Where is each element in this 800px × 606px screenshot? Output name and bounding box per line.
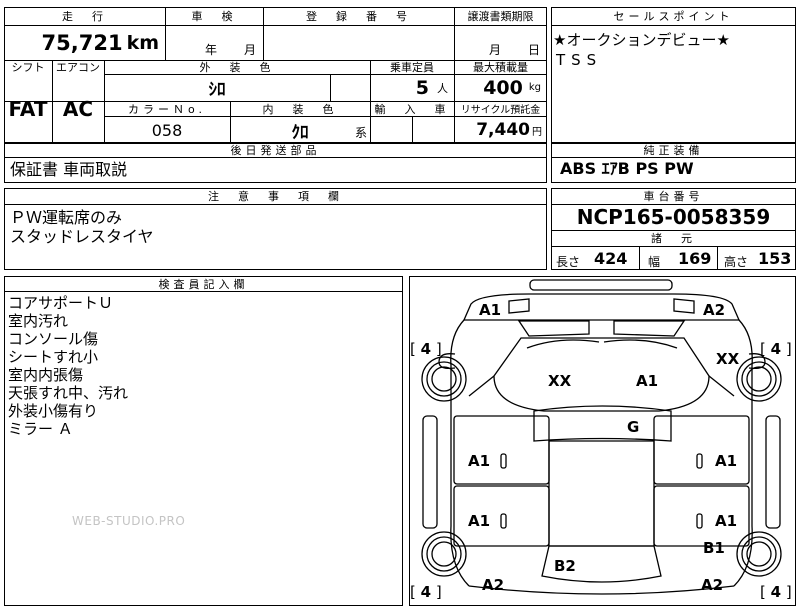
tire-rear-left: [ 4 ] [410, 583, 442, 601]
door-front-left [453, 415, 550, 485]
dimensions-header: 諸 元 [651, 232, 696, 245]
inspector-line: コンソール傷 [8, 330, 99, 348]
label-rear-center: B2 [554, 557, 576, 575]
label-door-rear-right: A1 [715, 512, 738, 530]
inspection-month: 月 [244, 43, 257, 57]
mileage-header: 走 行 [62, 10, 107, 23]
watermark: WEB-STUDIO.PRO [72, 514, 186, 528]
sales-point-line-2: TSS [556, 51, 603, 69]
max-load-value: 400 [483, 76, 523, 99]
car-diagram [421, 279, 782, 595]
recycle-unit: 円 [532, 126, 542, 138]
inspector-line: コアサポートＵ [8, 294, 114, 312]
inspector-notes: コアサポートＵ 室内汚れ コンソール傷 シートすれ小 室内内張傷 天張すれ中、汚… [8, 294, 128, 438]
sales-point-box [551, 7, 796, 144]
capacity-value: 5 [415, 76, 429, 99]
wheel-rear-right [736, 531, 782, 577]
front-bumper [529, 279, 673, 291]
wheel-rear-left [421, 531, 467, 577]
label-roof: G [627, 418, 640, 436]
equipment-header: 純正装備 [643, 143, 704, 157]
sales-point-header: セールスポイント [613, 10, 734, 23]
transfer-header: 譲渡書類期限 [467, 10, 534, 23]
wheel-front-left [421, 356, 467, 402]
recycle-cell: 7,440 円 [454, 116, 547, 144]
later-parts-header: 後日発送部品 [230, 143, 321, 157]
width-label: 幅 [648, 255, 661, 269]
notes-line-1: ＰＷ運転席のみ [10, 208, 123, 227]
length-value: 424 [594, 249, 628, 268]
mileage-number: 75,721 [41, 31, 123, 55]
label-right-mirror: XX [716, 350, 740, 368]
capacity-unit: 人 [437, 81, 448, 95]
interior-color-suffix: 系 [355, 126, 368, 140]
capacity-header: 乗車定員 [390, 61, 434, 74]
sales-point-line-1: ★オークションデビュー★ [553, 31, 730, 49]
exterior-color-header: 外 装 色 [199, 61, 275, 74]
inspector-line: ミラー Ａ [8, 420, 73, 438]
inspector-line: 室内内張傷 [8, 366, 84, 384]
wheel-front-right [736, 356, 782, 402]
interior-color-value: ｸﾛ [291, 122, 309, 143]
color-number-value: 058 [151, 120, 183, 140]
label-door-rear-left: A1 [468, 512, 491, 530]
max-load-unit: kg [528, 82, 541, 93]
import-header: 輸 入 車 [374, 102, 450, 116]
label-rear-right: A2 [701, 576, 724, 594]
height-value: 153 [758, 249, 792, 268]
exterior-color-value: ｼﾛ [208, 80, 226, 100]
inspection-year: 年 [205, 43, 218, 57]
tire-front-left: [ 4 ] [410, 340, 442, 358]
label-windshield-left: XX [548, 372, 572, 390]
mileage-unit: km [126, 32, 159, 54]
transfer-month: 月 [489, 43, 502, 57]
capacity-cell: 5 人 [370, 74, 454, 101]
label-door-front-right: A1 [715, 452, 738, 470]
windshield [493, 337, 710, 412]
notes-line-2: スタッドレスタイヤ [10, 227, 154, 246]
shift-header: シフト [11, 61, 45, 74]
label-front-right: A2 [703, 301, 726, 319]
chassis-header: 車台番号 [643, 190, 704, 203]
aircon-value: AC [62, 97, 94, 121]
aircon-header: エアコン [56, 61, 100, 74]
recycle-value: 7,440 [476, 120, 530, 140]
registration-header: 登 録 番 号 [306, 10, 411, 23]
later-parts-value: 保証書 車両取説 [10, 160, 128, 179]
tire-front-right: [ 4 ] [760, 340, 792, 358]
inspection-header: 車 検 [191, 10, 237, 23]
label-windshield-right: A1 [636, 372, 659, 390]
label-rear-quarter-right: B1 [703, 539, 725, 557]
tire-rear-right: [ 4 ] [760, 583, 792, 601]
inspector-line: 室内汚れ [8, 312, 69, 330]
length-label: 長さ [556, 255, 581, 269]
height-label: 高さ [724, 255, 749, 269]
inspector-header: 検査員記入欄 [158, 277, 249, 291]
shift-value: FAT [8, 97, 48, 121]
hood [463, 293, 740, 321]
inspector-line: 外装小傷有り [8, 402, 99, 420]
label-front-left: A1 [479, 301, 502, 319]
recycle-header: リサイクル預託金 [460, 105, 541, 116]
transfer-day: 日 [528, 43, 541, 57]
door-front-right [653, 415, 750, 485]
label-rear-left: A2 [482, 576, 505, 594]
max-load-header: 最大積載量 [473, 61, 528, 74]
notes-header: 注 意 事 項 欄 [208, 190, 343, 203]
width-value: 169 [678, 249, 712, 268]
interior-color-header: 内 装 色 [262, 102, 338, 116]
color-number-header: カラーＮo. [127, 102, 207, 116]
equipment-value: ABS ｴｱB PS PW [560, 159, 694, 178]
max-load-cell: 400 kg [454, 74, 547, 101]
cabin [548, 440, 655, 547]
mileage-value: 75,721 km [4, 26, 165, 60]
chassis-number: NCP165-0058359 [576, 205, 771, 229]
inspector-line: 天張すれ中、汚れ [8, 384, 129, 402]
label-door-front-left: A1 [468, 452, 491, 470]
inspector-line: シートすれ小 [8, 348, 99, 366]
